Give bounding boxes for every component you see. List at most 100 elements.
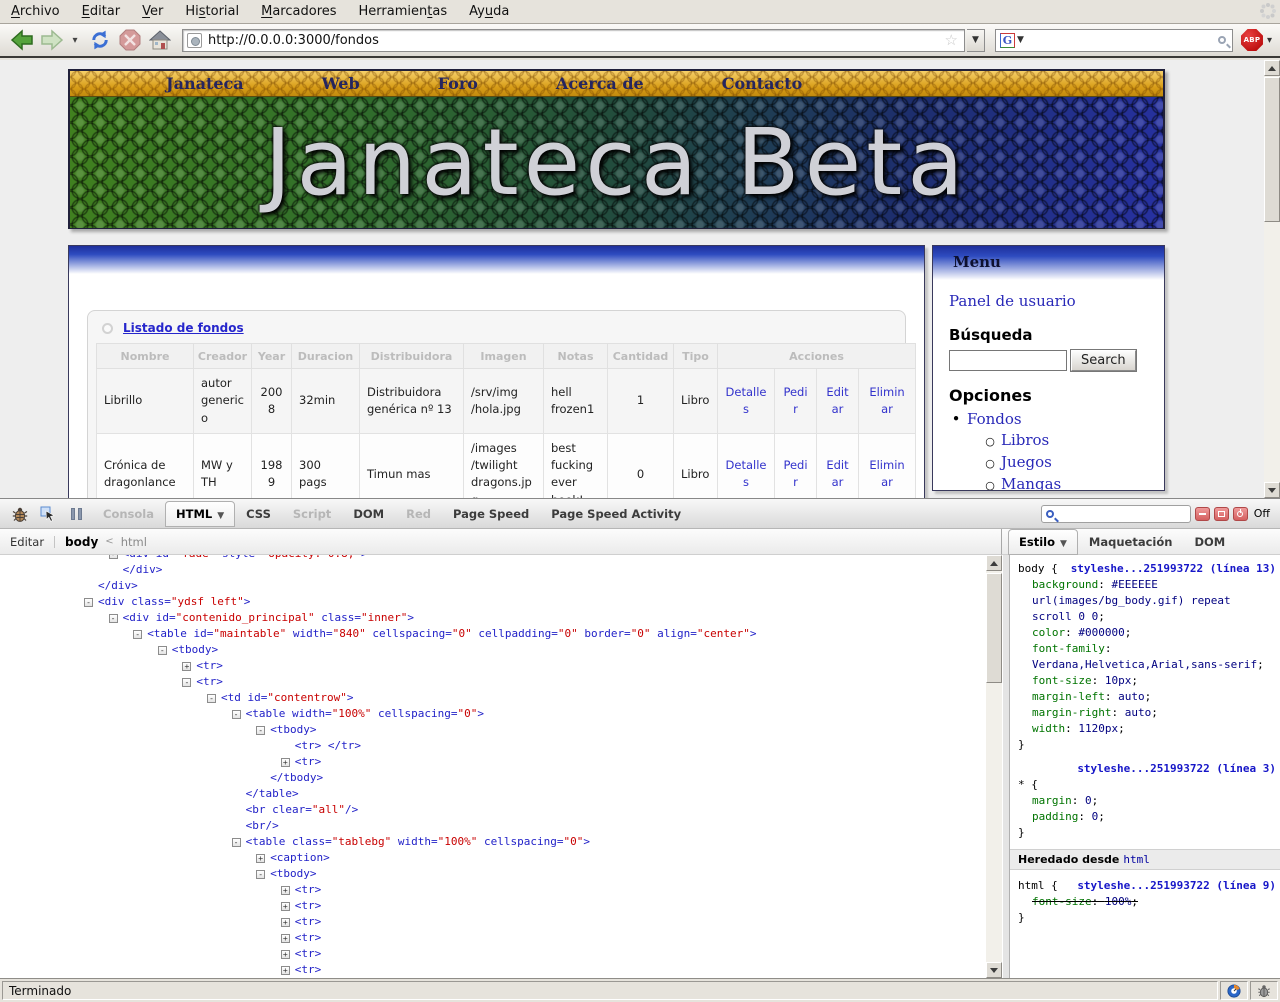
stylesheet-link[interactable]: styleshe...251993722 (línea 13) (1071, 561, 1276, 577)
tree-node[interactable]: -<table id="maintable" width="840" cells… (0, 626, 1001, 642)
url-text[interactable]: http://0.0.0.0:3000/fondos (208, 33, 943, 48)
tree-scroll-down[interactable] (986, 962, 1002, 978)
eliminar-link[interactable]: Eliminar (869, 385, 904, 416)
tree-node[interactable]: -<div class="ydsf left"> (0, 594, 1001, 610)
css-property[interactable]: margin-left: auto; (1018, 689, 1276, 705)
firebug-tab-dom[interactable]: DOM (342, 501, 395, 527)
tree-node[interactable]: -<tbody> (0, 722, 1001, 738)
tree-node[interactable]: +<tr> (0, 962, 1001, 978)
collapse-icon[interactable]: - (256, 726, 265, 735)
stylesheet-link[interactable]: styleshe...251993722 (línea 9) (1077, 878, 1276, 894)
tree-node[interactable]: <br/> (0, 818, 1001, 834)
inspect-element-icon[interactable] (36, 503, 60, 525)
history-dropdown-caret[interactable]: ▾ (68, 35, 82, 46)
banner-link-contacto[interactable]: Contacto (722, 74, 803, 93)
adblock-plus-control[interactable]: ABP ▾ (1241, 29, 1272, 51)
expand-icon[interactable]: + (281, 886, 290, 895)
adblock-plus-icon[interactable]: ABP (1241, 29, 1263, 51)
detalles-link[interactable]: Detalles (726, 385, 767, 416)
side-tab-dom[interactable]: DOM (1183, 529, 1236, 555)
listado-de-fondos-link[interactable]: Listado de fondos (123, 321, 244, 335)
css-property[interactable]: color: #000000; (1018, 625, 1276, 641)
scroll-thumb[interactable] (1264, 77, 1280, 222)
css-property[interactable]: font-family: Verdana,Helvetica,Arial,san… (1018, 641, 1276, 673)
side-tab-maquetaci-n[interactable]: Maquetación (1078, 529, 1184, 555)
url-bar[interactable]: http://0.0.0.0:3000/fondos ☆ (182, 29, 965, 52)
breadcrumb-html[interactable]: html (121, 535, 147, 549)
firebug-tab-html[interactable]: HTML▼ (165, 501, 235, 527)
bookmark-star-icon[interactable]: ☆ (945, 31, 958, 49)
expand-icon[interactable]: + (256, 854, 265, 863)
tree-node[interactable]: -<tr> (0, 674, 1001, 690)
edit-button[interactable]: Editar (10, 535, 44, 549)
banner-link-web[interactable]: Web (322, 74, 360, 93)
css-property[interactable]: width: 1120px; (1018, 721, 1276, 737)
web-search-input[interactable] (1028, 31, 1218, 50)
collapse-icon[interactable]: - (133, 630, 142, 639)
firebug-search-box[interactable] (1041, 505, 1191, 523)
css-property[interactable]: margin: 0; (1018, 793, 1276, 809)
css-property[interactable]: font-size: 100%; (1018, 894, 1276, 910)
expand-icon[interactable]: + (182, 662, 191, 671)
menu-archivo[interactable]: Archivo (0, 1, 71, 22)
forward-button[interactable] (38, 27, 66, 53)
tree-node[interactable]: +<tr> (0, 914, 1001, 930)
search-bar[interactable]: G ▼ (995, 29, 1233, 52)
firebug-power-button[interactable] (1233, 507, 1248, 521)
back-button[interactable] (8, 27, 36, 53)
tree-node[interactable]: -<table class="tablebg" width="100%" cel… (0, 834, 1001, 850)
banner-link-janateca[interactable]: Janateca (166, 74, 244, 93)
page-speed-status-icon[interactable] (1220, 981, 1248, 1000)
adblock-dropdown-caret[interactable]: ▾ (1267, 35, 1272, 46)
tree-node[interactable]: -<div id="fade" style="opacity: 0.8;"> (0, 555, 1001, 562)
scroll-up-button[interactable] (1264, 60, 1280, 76)
tree-node[interactable]: -<tbody> (0, 866, 1001, 882)
fondos-link[interactable]: Fondos (967, 409, 1022, 430)
scroll-down-button[interactable] (1264, 482, 1280, 498)
pedir-link[interactable]: Pedir (783, 458, 807, 489)
editar-link[interactable]: Editar (826, 385, 848, 416)
tree-node[interactable]: -<td id="contentrow"> (0, 690, 1001, 706)
side-tab-estilo[interactable]: Estilo▼ (1008, 529, 1078, 555)
tree-node[interactable]: +<tr> (0, 930, 1001, 946)
firebug-tab-css[interactable]: CSS (235, 501, 282, 527)
collapse-icon[interactable]: - (207, 694, 216, 703)
panel-de-usuario-link[interactable]: Panel de usuario (949, 292, 1148, 310)
tree-node[interactable]: +<caption> (0, 850, 1001, 866)
page-scrollbar[interactable] (1264, 60, 1280, 498)
tree-node[interactable]: -<div id="contenido_principal" class="in… (0, 610, 1001, 626)
tree-node[interactable]: </div> (0, 578, 1001, 594)
panel-splitter[interactable] (1003, 555, 1010, 978)
tree-node[interactable]: <br clear="all"/> (0, 802, 1001, 818)
collapse-icon[interactable]: - (232, 838, 241, 847)
tree-scroll-up[interactable] (986, 555, 1002, 571)
css-property[interactable]: margin-right: auto; (1018, 705, 1276, 721)
firebug-minimize-button[interactable] (1195, 507, 1210, 521)
menu-herramientas[interactable]: Herramientas (348, 1, 459, 22)
tree-scrollbar[interactable] (986, 555, 1002, 978)
collapse-icon[interactable]: - (109, 555, 118, 559)
tree-scroll-thumb[interactable] (986, 573, 1002, 683)
css-property[interactable]: background: #EEEEEE url(images/bg_body.g… (1018, 577, 1276, 625)
tree-node[interactable]: -<tbody> (0, 642, 1001, 658)
firebug-bug-icon[interactable] (8, 503, 32, 525)
expand-icon[interactable]: + (281, 966, 290, 975)
collapse-icon[interactable]: - (109, 614, 118, 623)
collapse-icon[interactable]: - (232, 710, 241, 719)
search-magnifier-icon[interactable] (1218, 36, 1226, 44)
tree-node[interactable]: +<tr> (0, 946, 1001, 962)
inherited-tag-link[interactable]: html (1123, 853, 1150, 866)
tree-node[interactable]: </table> (0, 786, 1001, 802)
url-dropdown-button[interactable]: ▼ (967, 29, 985, 52)
firebug-status-icon[interactable] (1250, 981, 1278, 1000)
google-engine-icon[interactable]: G (1000, 33, 1015, 48)
menu-editar[interactable]: Editar (71, 1, 132, 22)
tree-node[interactable]: </div> (0, 562, 1001, 578)
css-property[interactable]: padding: 0; (1018, 809, 1276, 825)
stylesheet-link[interactable]: styleshe...251993722 (línea 3) (1077, 762, 1276, 775)
tree-node[interactable]: <tr> </tr> (0, 738, 1001, 754)
engine-dropdown-caret[interactable]: ▼ (1017, 35, 1024, 45)
eliminar-link[interactable]: Eliminar (869, 458, 904, 489)
expand-icon[interactable]: + (281, 934, 290, 943)
tree-node[interactable]: +<tr> (0, 754, 1001, 770)
